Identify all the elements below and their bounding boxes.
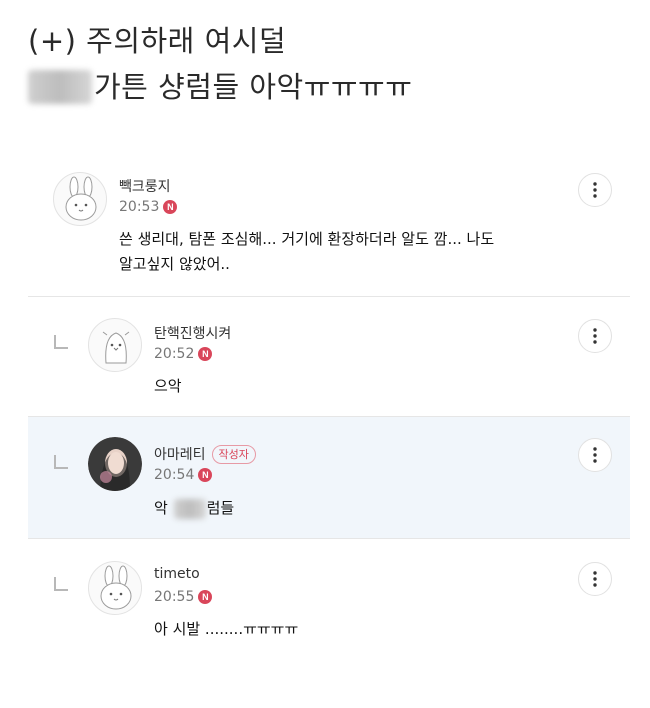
blurred-text xyxy=(173,498,206,519)
post-title-line-2-text: 가튼 샹럼들 아악ㅠㅠㅠㅠ xyxy=(94,70,413,104)
comment-meta: 20:52 N xyxy=(154,346,213,362)
reply-indicator-icon xyxy=(54,577,68,591)
kebab-menu-icon xyxy=(593,571,597,587)
kebab-menu-icon xyxy=(593,328,597,344)
more-options-button[interactable] xyxy=(578,173,612,207)
comment-text: 으악 xyxy=(154,377,182,395)
post-title-line-2: 가튼 샹럼들 아악ㅠㅠㅠㅠ xyxy=(28,64,628,110)
comment-text-line: 쓴 생리대, 탐폰 조심해... 거기에 환장하더라 알도 깜... 나도 xyxy=(119,230,495,248)
comment-author[interactable]: 탄핵진행시켜 xyxy=(154,323,231,343)
reply-indicator-icon xyxy=(54,335,68,349)
penguin-avatar-icon[interactable] xyxy=(88,318,142,372)
reply-item: 탄핵진행시켜 20:52 N 으악 xyxy=(28,297,630,417)
comment-text-prefix: 악 xyxy=(154,499,168,517)
comment-text: 악 럼들 xyxy=(154,496,234,521)
comment-item: 빽크룽지 20:53 N 쓴 생리대, 탐폰 조심해... 거기에 환장하더라 … xyxy=(28,156,630,297)
rabbit-avatar-icon[interactable] xyxy=(53,172,107,226)
timestamp: 20:54 xyxy=(154,467,195,483)
post-title: (+) 주의하래 여시덜 가튼 샹럼들 아악ㅠㅠㅠㅠ xyxy=(28,18,628,110)
new-badge: N xyxy=(198,347,213,361)
comment-meta: 20:53 N xyxy=(119,199,178,215)
more-options-button[interactable] xyxy=(578,562,612,596)
kebab-menu-icon xyxy=(593,447,597,463)
photo-avatar[interactable] xyxy=(88,437,142,491)
comment-meta: 20:54 N xyxy=(154,467,213,483)
comment-author[interactable]: 아마레티 작성자 xyxy=(154,444,256,464)
timestamp: 20:52 xyxy=(154,346,195,362)
nickname[interactable]: 아마레티 xyxy=(154,444,206,464)
post-title-line-1: (+) 주의하래 여시덜 xyxy=(28,24,287,58)
timestamp: 20:53 xyxy=(119,199,160,215)
reply-indicator-icon xyxy=(54,455,68,469)
reply-item: timeto 20:55 N 아 시발 ........ㅠㅠㅠㅠ xyxy=(28,539,630,669)
rabbit-avatar-icon[interactable] xyxy=(88,561,142,615)
nickname[interactable]: timeto xyxy=(154,566,200,582)
nickname[interactable]: 탄핵진행시켜 xyxy=(154,323,231,343)
blurred-text xyxy=(28,70,92,104)
comment-text-suffix: 럼들 xyxy=(206,499,235,517)
new-badge: N xyxy=(163,200,178,214)
comment-text: 쓴 생리대, 탐폰 조심해... 거기에 환장하더라 알도 깜... 나도 알고… xyxy=(119,227,494,277)
more-options-button[interactable] xyxy=(578,319,612,353)
nickname[interactable]: 빽크룽지 xyxy=(119,176,171,196)
author-badge: 작성자 xyxy=(211,444,256,464)
new-badge: N xyxy=(198,590,213,604)
comment-author[interactable]: timeto xyxy=(154,566,200,582)
new-badge: N xyxy=(198,468,213,482)
comment-list: 빽크룽지 20:53 N 쓴 생리대, 탐폰 조심해... 거기에 환장하더라 … xyxy=(28,156,630,669)
comment-text: 아 시발 ........ㅠㅠㅠㅠ xyxy=(154,620,299,638)
more-options-button[interactable] xyxy=(578,438,612,472)
kebab-menu-icon xyxy=(593,182,597,198)
reply-item: 아마레티 작성자 20:54 N 악 럼들 xyxy=(28,417,630,539)
comment-meta: 20:55 N xyxy=(154,589,213,605)
comment-author[interactable]: 빽크룽지 xyxy=(119,176,171,196)
comment-text-line: 알고싶지 않았어.. xyxy=(119,255,230,273)
timestamp: 20:55 xyxy=(154,589,195,605)
